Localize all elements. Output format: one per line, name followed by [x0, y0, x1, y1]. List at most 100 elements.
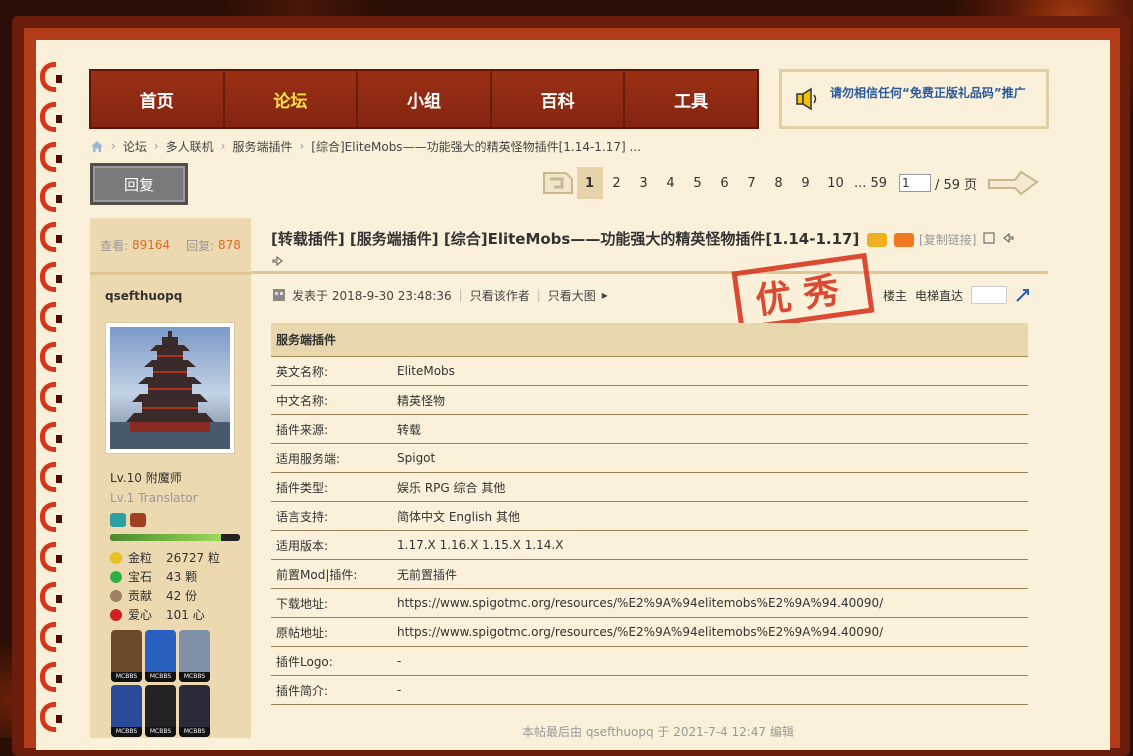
author-username[interactable]: qsefthuopq: [90, 275, 251, 303]
row-value: 转载: [397, 414, 1028, 444]
points-row: 贡献 42 份: [110, 586, 220, 605]
table-row: 英文名称: EliteMobs: [271, 356, 1028, 386]
breadcrumb-separator: ›: [299, 139, 305, 153]
table-header: 服务端插件: [271, 323, 1028, 357]
post-date: 发表于 2018-9-30 23:48:36: [292, 288, 452, 303]
page-1[interactable]: 1: [576, 167, 603, 199]
table-row: 适用服务端: Spigot: [271, 443, 1028, 473]
prev-page-icon[interactable]: [540, 167, 576, 199]
binding-ring: [40, 62, 62, 92]
post-meta: 发表于 2018-9-30 23:48:36 | 只看该作者 | 只看大图 ▸: [272, 287, 608, 303]
go-arrow-icon[interactable]: [1015, 287, 1031, 303]
breadcrumb-separator: ›: [153, 139, 159, 153]
page-last[interactable]: ... 59: [853, 167, 889, 199]
breadcrumb-forum[interactable]: 论坛: [123, 138, 147, 155]
medal-badge[interactable]: MCBBS: [111, 685, 142, 737]
heart-icon: [110, 608, 122, 621]
row-key: 插件Logo:: [271, 646, 397, 676]
page-8[interactable]: 8: [766, 167, 792, 199]
floor-info: 楼主 电梯直达: [883, 286, 1031, 304]
floor-label: 楼主: [883, 288, 908, 303]
notice-text: 请勿相信任何“免费正版礼品码”推广: [830, 85, 1026, 100]
views-count: 89164: [131, 238, 171, 252]
binding-ring: [40, 262, 62, 292]
row-value: Spigot: [397, 443, 1028, 473]
row-value: 简体中文 English 其他: [397, 501, 1028, 531]
page-6[interactable]: 6: [712, 167, 738, 199]
caret-right-icon: ▸: [601, 288, 608, 302]
gold-coin-icon: [110, 551, 122, 564]
floor-jump-input[interactable]: [971, 286, 1008, 304]
medal-badge[interactable]: MCBBS: [179, 685, 210, 737]
page-9[interactable]: 9: [793, 167, 819, 199]
points-row: 爱心 101 心: [110, 605, 220, 624]
meta-separator: |: [458, 288, 463, 302]
points-label: 贡献: [128, 589, 153, 603]
row-key: 插件来源:: [271, 414, 397, 444]
medal-badge[interactable]: MCBBS: [111, 630, 142, 682]
nav-item-forum[interactable]: 论坛: [224, 71, 359, 127]
points-label: 爱心: [128, 608, 153, 622]
row-key: 适用版本:: [271, 530, 397, 560]
nav-item-tools[interactable]: 工具: [625, 71, 757, 127]
large-image-link[interactable]: 只看大图: [548, 287, 596, 304]
post-title: [转载插件] [服务端插件] [综合]EliteMobs——功能强大的精英怪物插…: [271, 230, 860, 248]
next-thread-icon[interactable]: [271, 255, 285, 267]
jump-label: 电梯直达: [915, 288, 964, 303]
thread-stats: 查看: 89164 回复: 878: [90, 218, 251, 275]
page-7[interactable]: 7: [739, 167, 765, 199]
author-sidebar: 查看: 89164 回复: 878 qsefthuopq Lv.10 附魔师 L…: [90, 218, 251, 738]
nav-item-home[interactable]: 首页: [91, 71, 225, 127]
next-page-icon[interactable]: [985, 166, 1041, 200]
diamond-helmet-icon[interactable]: [110, 513, 126, 527]
user-level[interactable]: Lv.10 附魔师: [110, 469, 182, 486]
table-row: 语言支持: 简体中文 English 其他: [271, 501, 1028, 531]
points-row: 宝石 43 颗: [110, 567, 220, 586]
points-label: 金粒: [128, 551, 153, 565]
prev-thread-icon[interactable]: [1001, 232, 1015, 244]
row-value: 娱乐 RPG 综合 其他: [397, 472, 1028, 502]
medal-badge[interactable]: MCBBS: [145, 685, 176, 737]
copy-link[interactable]: [复制链接]: [919, 233, 976, 247]
spiral-binding: [40, 62, 62, 742]
binding-ring: [40, 622, 62, 652]
print-icon[interactable]: [982, 232, 996, 244]
breadcrumb-current-thread[interactable]: [综合]EliteMobs——功能强大的精英怪物插件[1.14-1.17] ..…: [311, 138, 641, 155]
page-jump-input[interactable]: 1: [899, 174, 931, 192]
row-value: -: [397, 675, 1028, 705]
row-value[interactable]: https://www.spigotmc.org/resources/%E2%9…: [397, 588, 1028, 618]
page-10[interactable]: 10: [820, 167, 852, 199]
medal-badge[interactable]: MCBBS: [179, 630, 210, 682]
row-value: 精英怪物: [397, 385, 1028, 415]
row-key: 下载地址:: [271, 588, 397, 618]
medal-badge[interactable]: MCBBS: [145, 630, 176, 682]
page-5[interactable]: 5: [685, 167, 711, 199]
leather-helmet-icon[interactable]: [130, 513, 146, 527]
nav-item-wiki[interactable]: 百科: [491, 71, 626, 127]
reply-button[interactable]: 回复: [90, 163, 188, 205]
points-value: 101 心: [166, 608, 205, 622]
row-value: 无前置插件: [397, 559, 1028, 589]
plugin-info-table: 服务端插件 英文名称: EliteMobs 中文名称: 精英怪物 插件来源: 转载 适用服务…: [271, 323, 1028, 705]
avatar[interactable]: [105, 322, 235, 454]
page-2[interactable]: 2: [604, 167, 630, 199]
row-key: 插件简介:: [271, 675, 397, 705]
home-icon[interactable]: [90, 140, 104, 153]
row-value: EliteMobs: [397, 356, 1028, 386]
row-value[interactable]: https://www.spigotmc.org/resources/%E2%9…: [397, 617, 1028, 647]
nav-item-groups[interactable]: 小组: [358, 71, 492, 127]
table-row: 插件Logo: -: [271, 646, 1028, 676]
medal-badges: MCBBS MCBBS MCBBS MCBBS MCBBS MCBBS: [111, 630, 221, 737]
binding-ring: [40, 342, 62, 372]
breadcrumb-multiplayer[interactable]: 多人联机: [166, 138, 214, 155]
breadcrumb-server-plugins[interactable]: 服务端插件: [232, 138, 292, 155]
notice-box[interactable]: 请勿相信任何“免费正版礼品码”推广: [779, 69, 1049, 129]
row-key: 适用服务端:: [271, 443, 397, 473]
binding-ring: [40, 462, 62, 492]
page-4[interactable]: 4: [658, 167, 684, 199]
only-author-link[interactable]: 只看该作者: [470, 287, 530, 304]
binding-ring: [40, 542, 62, 572]
speaker-icon: [796, 87, 817, 111]
points-value: 26727 粒: [166, 551, 220, 565]
page-3[interactable]: 3: [631, 167, 657, 199]
